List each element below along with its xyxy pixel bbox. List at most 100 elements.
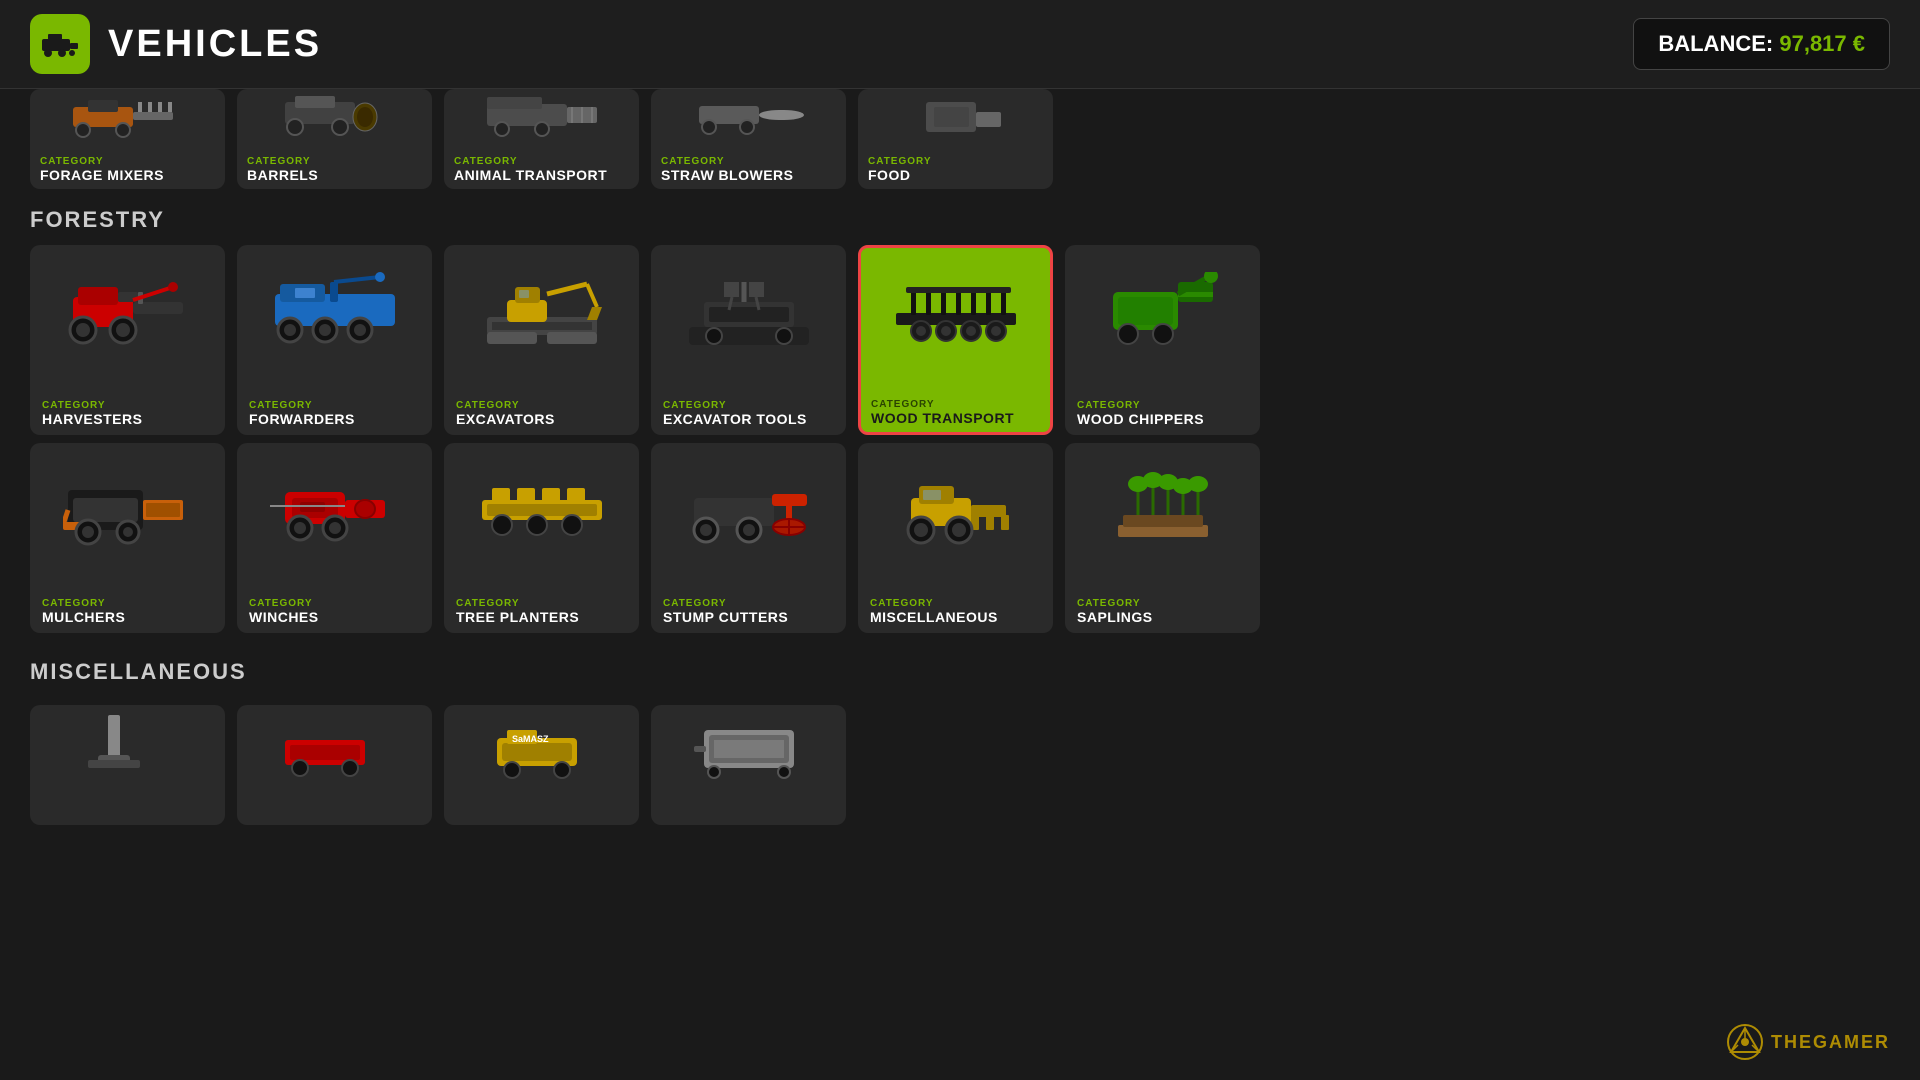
forwarders-label-area: CATEGORY FORWARDERS — [239, 394, 430, 433]
category-card-wood-chippers[interactable]: CATEGORY WOOD CHIPPERS — [1065, 245, 1260, 435]
saplings-image — [1067, 445, 1258, 575]
saplings-category: CATEGORY — [1077, 598, 1248, 609]
misc-3-image: SaMASZ — [444, 705, 639, 785]
barrels-category: CATEGORY — [247, 156, 422, 167]
misc-card-3[interactable]: SaMASZ — [444, 705, 639, 825]
misc-card-4[interactable] — [651, 705, 846, 825]
saplings-label-area: CATEGORY SAPLINGS — [1067, 592, 1258, 631]
category-card-wood-transport[interactable]: CATEGORY WOOD TRANSPORT — [858, 245, 1053, 435]
tree-planters-name: TREE PLANTERS — [456, 609, 627, 625]
header-left: VEHICLES — [30, 14, 322, 74]
barrels-image — [237, 89, 432, 144]
category-card-misc-forestry[interactable]: CATEGORY MISCELLANEOUS — [858, 443, 1053, 633]
category-card-harvesters[interactable]: CATEGORY HARVESTERS — [30, 245, 225, 435]
wood-chippers-label-area: CATEGORY WOOD CHIPPERS — [1067, 394, 1258, 433]
harvesters-label-area: CATEGORY HARVESTERS — [32, 394, 223, 433]
category-card-mulchers[interactable]: CATEGORY MULCHERS — [30, 443, 225, 633]
top-partial-row: CATEGORY FORAGE MIXERS CATEGORY BARRELS — [30, 89, 1890, 189]
mulchers-category: CATEGORY — [42, 598, 213, 609]
stump-cutters-image — [653, 445, 844, 575]
svg-text:SaMASZ: SaMASZ — [512, 734, 549, 744]
excavators-category: CATEGORY — [456, 400, 627, 411]
misc-card-1[interactable] — [30, 705, 225, 825]
misc-4-image — [651, 705, 846, 785]
barrels-name: BARRELS — [247, 167, 422, 183]
category-card-food[interactable]: CATEGORY FOOD — [858, 89, 1053, 189]
wood-chippers-image — [1067, 247, 1258, 377]
category-card-straw-blowers[interactable]: CATEGORY STRAW BLOWERS — [651, 89, 846, 189]
category-card-animal-transport[interactable]: CATEGORY ANIMAL TRANSPORT — [444, 89, 639, 189]
misc-forestry-label-area: CATEGORY MISCELLANEOUS — [860, 592, 1051, 631]
straw-blowers-category: CATEGORY — [661, 156, 836, 167]
page-title: VEHICLES — [108, 23, 322, 66]
category-card-forage-mixers[interactable]: CATEGORY FORAGE MIXERS — [30, 89, 225, 189]
category-card-excavator-tools[interactable]: CATEGORY EXCAVATOR TOOLS — [651, 245, 846, 435]
forwarders-image — [239, 247, 430, 377]
excavator-tools-name: EXCAVATOR TOOLS — [663, 411, 834, 427]
category-card-saplings[interactable]: CATEGORY SAPLINGS — [1065, 443, 1260, 633]
watermark: THEGAMER — [1727, 1024, 1890, 1060]
animal-transport-image — [444, 89, 639, 144]
category-card-forwarders[interactable]: CATEGORY FORWARDERS — [237, 245, 432, 435]
forage-mixers-name: FORAGE MIXERS — [40, 167, 215, 183]
wood-transport-category: CATEGORY — [871, 399, 1040, 410]
category-card-excavators[interactable]: CATEGORY EXCAVATORS — [444, 245, 639, 435]
excavators-name: EXCAVATORS — [456, 411, 627, 427]
animal-transport-category: CATEGORY — [454, 156, 629, 167]
animal-transport-name: ANIMAL TRANSPORT — [454, 167, 629, 183]
misc-partial-row: SaMASZ — [30, 705, 1890, 825]
category-card-stump-cutters[interactable]: CATEGORY STUMP CUTTERS — [651, 443, 846, 633]
vehicles-icon — [30, 14, 90, 74]
category-card-tree-planters[interactable]: CATEGORY TREE PLANTERS — [444, 443, 639, 633]
main-content: CATEGORY FORAGE MIXERS CATEGORY BARRELS — [0, 89, 1920, 1079]
category-card-barrels[interactable]: CATEGORY BARRELS — [237, 89, 432, 189]
winches-name: WINCHES — [249, 609, 420, 625]
balance-amount: 97,817 € — [1779, 31, 1865, 56]
saplings-name: SAPLINGS — [1077, 609, 1248, 625]
misc-2-image — [237, 705, 432, 785]
winches-label-area: CATEGORY WINCHES — [239, 592, 430, 631]
straw-blowers-image — [651, 89, 846, 144]
balance-label: BALANCE: — [1658, 31, 1773, 56]
excavator-tools-category: CATEGORY — [663, 400, 834, 411]
forestry-row-1: CATEGORY HARVESTERS — [30, 245, 1890, 435]
misc-1-image — [30, 705, 225, 785]
misc-section-label: MISCELLANEOUS — [30, 641, 1890, 697]
tree-planters-label-area: CATEGORY TREE PLANTERS — [446, 592, 637, 631]
wood-chippers-name: WOOD CHIPPERS — [1077, 411, 1248, 427]
header: VEHICLES BALANCE: 97,817 € — [0, 0, 1920, 89]
harvesters-image — [32, 247, 223, 377]
winches-image — [239, 445, 430, 575]
food-image — [858, 89, 1053, 144]
food-name: FOOD — [868, 167, 1043, 183]
food-category: CATEGORY — [868, 156, 1043, 167]
straw-blowers-label-area: CATEGORY STRAW BLOWERS — [651, 150, 846, 189]
forage-mixers-image — [30, 89, 225, 144]
category-card-winches[interactable]: CATEGORY WINCHES — [237, 443, 432, 633]
wood-transport-name: WOOD TRANSPORT — [871, 410, 1040, 426]
mulchers-image — [32, 445, 223, 575]
harvesters-name: HARVESTERS — [42, 411, 213, 427]
excavators-label-area: CATEGORY EXCAVATORS — [446, 394, 637, 433]
misc-forestry-category: CATEGORY — [870, 598, 1041, 609]
straw-blowers-name: STRAW BLOWERS — [661, 167, 836, 183]
wood-chippers-category: CATEGORY — [1077, 400, 1248, 411]
misc-card-2[interactable] — [237, 705, 432, 825]
stump-cutters-category: CATEGORY — [663, 598, 834, 609]
wood-transport-label-area: CATEGORY WOOD TRANSPORT — [861, 393, 1050, 432]
misc-forestry-image — [860, 445, 1051, 575]
forestry-section-label: FORESTRY — [30, 189, 1890, 245]
forage-mixers-category: CATEGORY — [40, 156, 215, 167]
forestry-row-2: CATEGORY MULCHERS — [30, 443, 1890, 633]
tree-planters-image — [446, 445, 637, 575]
stump-cutters-label-area: CATEGORY STUMP CUTTERS — [653, 592, 844, 631]
forwarders-name: FORWARDERS — [249, 411, 420, 427]
tree-planters-category: CATEGORY — [456, 598, 627, 609]
mulchers-name: MULCHERS — [42, 609, 213, 625]
harvesters-category: CATEGORY — [42, 400, 213, 411]
balance-display: BALANCE: 97,817 € — [1633, 18, 1890, 70]
barrels-label-area: CATEGORY BARRELS — [237, 150, 432, 189]
mulchers-label-area: CATEGORY MULCHERS — [32, 592, 223, 631]
forwarders-category: CATEGORY — [249, 400, 420, 411]
stump-cutters-name: STUMP CUTTERS — [663, 609, 834, 625]
